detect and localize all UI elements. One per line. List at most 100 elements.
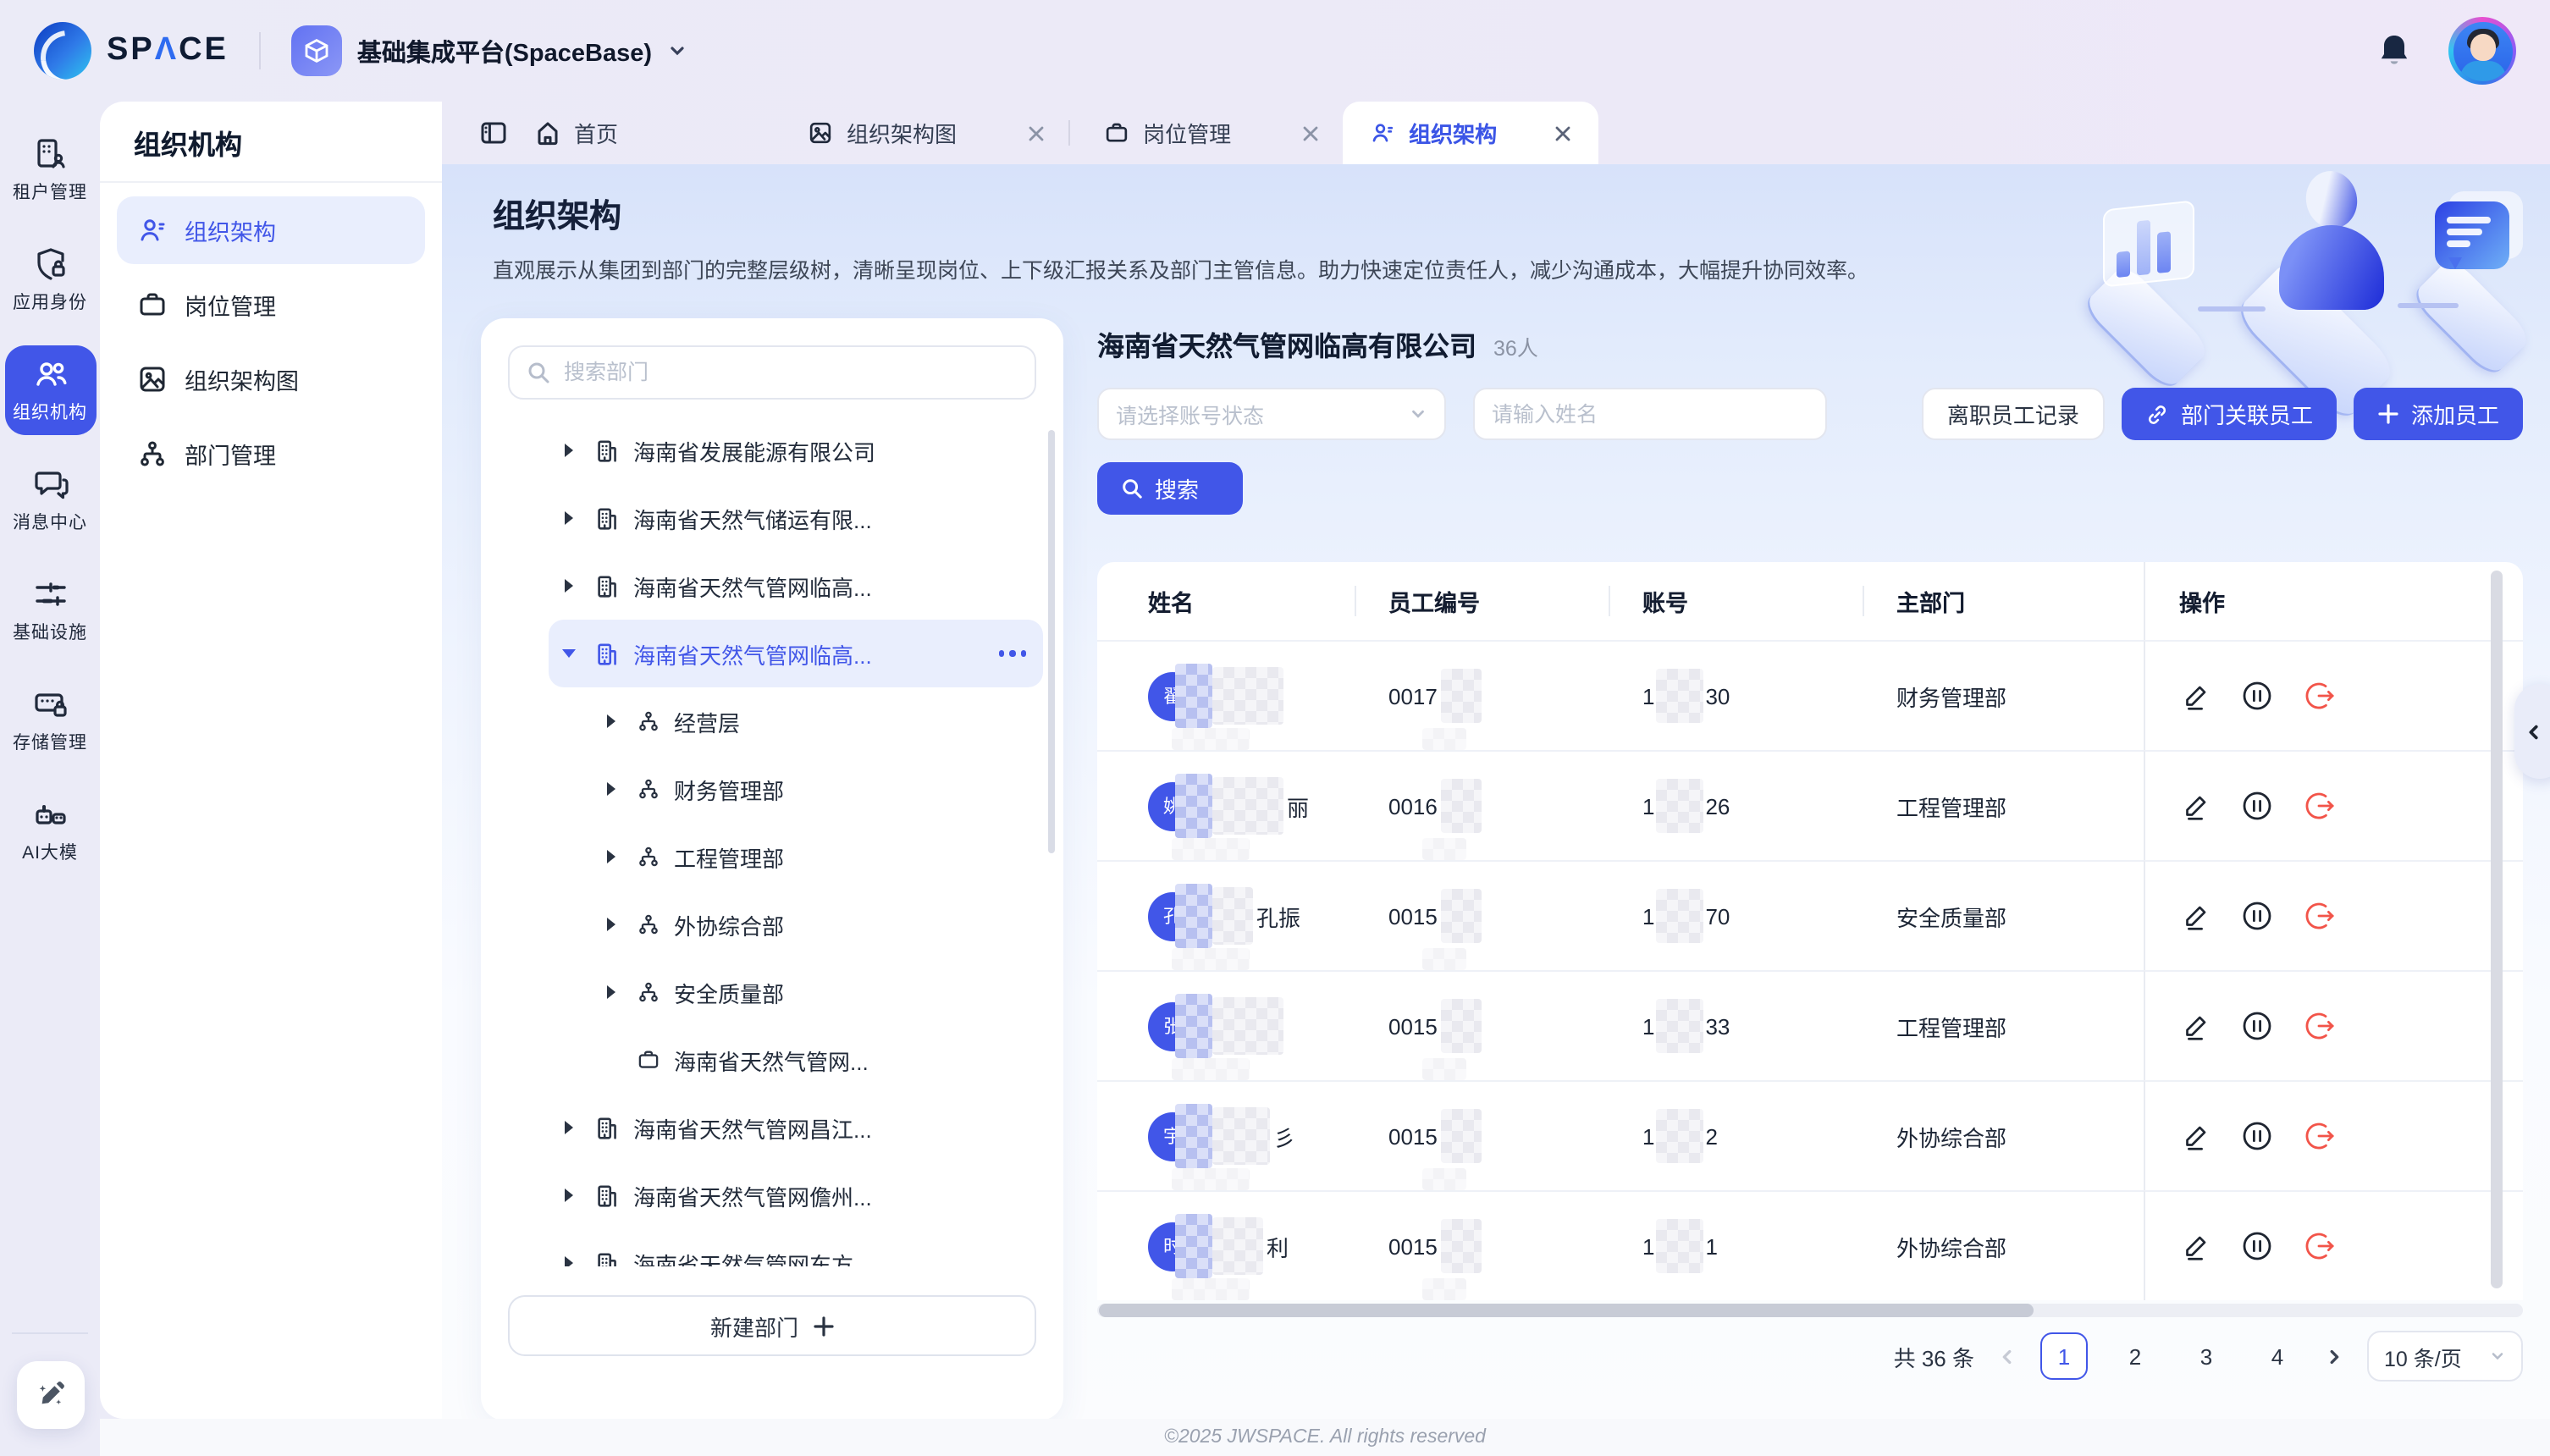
rail-item-storage[interactable]: 存储管理 [4,676,96,765]
sidebar-item-org-structure[interactable]: 组织架构 [117,196,425,264]
pause-circle-icon[interactable] [2240,1119,2274,1153]
rail-item-identity[interactable]: 应用身份 [4,235,96,325]
deactivate-icon[interactable] [2303,679,2337,713]
tree-search-input[interactable] [564,361,1018,384]
edit-icon[interactable] [2179,1120,2211,1152]
caret-right-icon[interactable] [559,1187,577,1204]
tree-node[interactable]: 海南省天然气管网东方... [481,1229,1063,1266]
table-row[interactable]: 姚 丽 0016 126 工程管理部 [1097,750,2523,860]
horizontal-scrollbar[interactable] [1097,1304,2523,1317]
tree-node[interactable]: 外协综合部 [481,891,1063,958]
redacted-block [1212,667,1283,725]
page-1[interactable]: 1 [2040,1332,2088,1380]
caret-right-icon[interactable] [601,713,620,730]
account-status-select[interactable]: 请选择账号状态 [1097,388,1446,440]
rail-item-ai-models[interactable]: AI大模 [4,786,96,875]
tree-node-selected[interactable]: 海南省天然气管网临高... [549,620,1043,687]
tab-position-mgmt[interactable]: 岗位管理 [1104,117,1319,149]
workspace-switcher[interactable]: 基础集成平台(SpaceBase) [291,25,687,76]
caret-right-icon[interactable] [601,916,620,933]
tab-org-structure-active[interactable]: 组织架构 [1343,102,1598,164]
tree-scrollbar[interactable] [1048,430,1055,853]
page-3[interactable]: 3 [2183,1332,2230,1380]
sidebar-item-position-mgmt[interactable]: 岗位管理 [117,271,425,339]
edit-icon[interactable] [2179,790,2211,822]
sidebar-item-dept-mgmt[interactable]: 部门管理 [117,420,425,488]
department-cell: 外协综合部 [1863,1190,2144,1300]
deactivate-icon[interactable] [2303,1119,2337,1153]
tree-node-position[interactable]: 海南省天然气管网... [481,1026,1063,1094]
table-row[interactable]: 张 0015 133 工程管理部 [1097,970,2523,1080]
divider [259,32,261,69]
close-tab-icon[interactable] [1554,124,1571,141]
edit-icon[interactable] [2179,1230,2211,1262]
caret-right-icon[interactable] [601,848,620,865]
new-department-button[interactable]: 新建部门 [508,1295,1036,1356]
caret-right-icon[interactable] [559,577,577,594]
tab-org-chart[interactable]: 组织架构图 [808,117,1045,149]
edit-icon[interactable] [2179,900,2211,932]
pause-circle-icon[interactable] [2240,899,2274,933]
rail-item-organization[interactable]: 组织机构 [4,345,96,435]
table-row[interactable]: 宇 彡 0015 12 外协综合部 [1097,1080,2523,1190]
scrollbar-thumb[interactable] [1099,1304,2034,1317]
tree-node[interactable]: 工程管理部 [481,823,1063,891]
more-actions-icon[interactable] [985,651,1026,657]
rail-item-infrastructure[interactable]: 基础设施 [4,565,96,655]
rail-item-messages[interactable]: 消息中心 [4,455,96,545]
table-row[interactable]: 孔 孔振 0015 170 安全质量部 [1097,860,2523,970]
deactivate-icon[interactable] [2303,789,2337,823]
next-page-icon[interactable] [2325,1347,2343,1365]
tree-node[interactable]: 海南省天然气管网昌江... [481,1094,1063,1161]
deactivate-icon[interactable] [2303,1009,2337,1043]
tree-node[interactable]: 海南省天然气管网临高... [481,552,1063,620]
caret-right-icon[interactable] [559,1119,577,1136]
prev-page-icon[interactable] [1998,1347,2017,1365]
redacted-block [1175,1104,1212,1168]
caret-right-icon[interactable] [559,442,577,459]
tree-node[interactable]: 财务管理部 [481,755,1063,823]
name-filter-field[interactable] [1473,388,1827,440]
rail-item-tenant[interactable]: 租户管理 [4,125,96,215]
caret-right-icon[interactable] [559,1255,577,1266]
page-4[interactable]: 4 [2254,1332,2301,1380]
edit-icon[interactable] [2179,1010,2211,1042]
departed-employees-button[interactable]: 离职员工记录 [1922,388,2105,440]
ai-assistant-button[interactable] [16,1361,84,1429]
caret-down-icon[interactable] [559,647,577,660]
tree-node[interactable]: 海南省天然气管网儋州... [481,1161,1063,1229]
caret-right-icon[interactable] [601,780,620,797]
tree-node[interactable]: 海南省发展能源有限公司 [481,416,1063,484]
link-employees-button[interactable]: 部门关联员工 [2122,388,2337,440]
caret-right-icon[interactable] [559,510,577,527]
tree-search-box[interactable] [508,345,1036,400]
caret-right-icon[interactable] [601,984,620,1001]
tab-home[interactable]: 首页 [535,117,618,149]
pause-circle-icon[interactable] [2240,789,2274,823]
pause-circle-icon[interactable] [2240,1229,2274,1263]
pause-circle-icon[interactable] [2240,679,2274,713]
search-button[interactable]: 搜索 [1097,462,1243,515]
close-tab-icon[interactable] [1302,124,1319,141]
add-employee-button[interactable]: 添加员工 [2354,388,2523,440]
emp-no-cell: 0015 [1355,970,1609,1080]
edit-icon[interactable] [2179,680,2211,712]
page-size-select[interactable]: 10 条/页 [2367,1331,2523,1382]
close-tab-icon[interactable] [1028,124,1045,141]
collapse-panel-handle[interactable] [2514,684,2550,779]
sidebar-item-org-chart[interactable]: 组织架构图 [117,345,425,413]
deactivate-icon[interactable] [2303,1229,2337,1263]
collapse-panel-icon[interactable] [479,119,508,147]
table-row[interactable]: 时 利 0015 11 外协综合部 [1097,1190,2523,1300]
notification-bell-icon[interactable] [2377,32,2411,69]
user-avatar[interactable] [2448,17,2516,85]
name-filter-input[interactable] [1492,402,1808,426]
page-2[interactable]: 2 [2111,1332,2159,1380]
pause-circle-icon[interactable] [2240,1009,2274,1043]
tree-node[interactable]: 海南省天然气储运有限... [481,484,1063,552]
tree-node[interactable]: 经营层 [481,687,1063,755]
table-row[interactable]: 翟 0017 130 财务管理部 [1097,640,2523,750]
deactivate-icon[interactable] [2303,899,2337,933]
vertical-scrollbar[interactable] [2491,571,2503,1288]
tree-node[interactable]: 安全质量部 [481,958,1063,1026]
